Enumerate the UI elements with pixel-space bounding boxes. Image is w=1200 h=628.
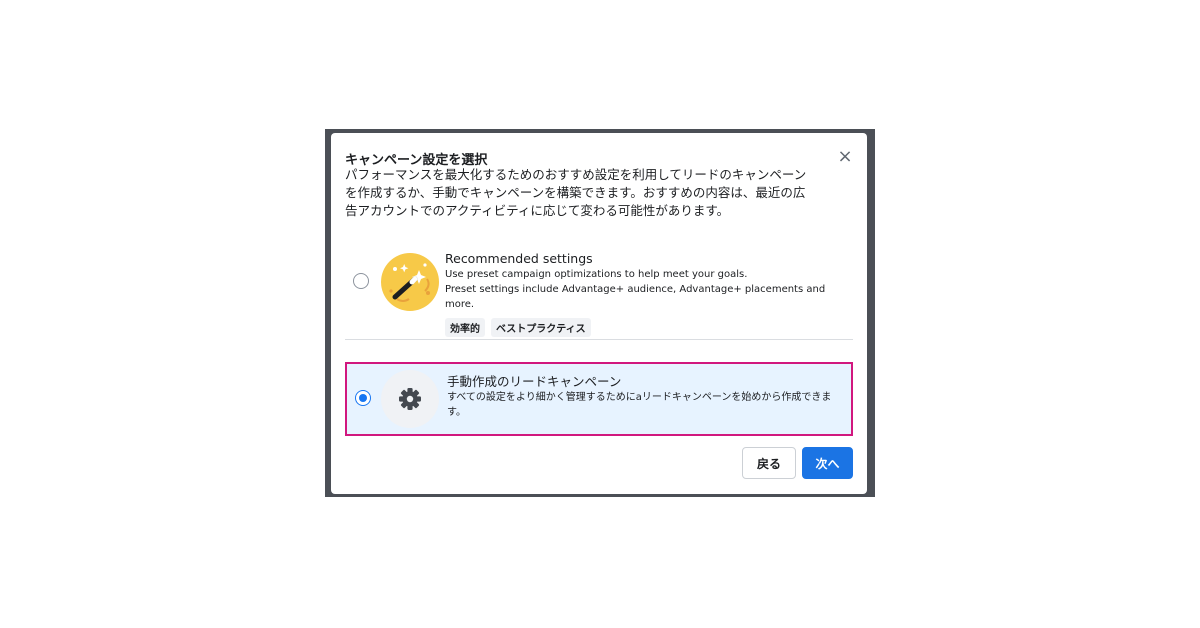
option-manual-text: 手動作成のリードキャンペーン すべての設定をより細かく管理するためにaリードキャ… bbox=[447, 374, 847, 420]
option-manual-title: 手動作成のリードキャンペーン bbox=[447, 374, 622, 389]
option-manual-lead-campaign[interactable]: 手動作成のリードキャンペーン すべての設定をより細かく管理するためにaリードキャ… bbox=[345, 362, 853, 436]
options-divider bbox=[345, 339, 853, 340]
magic-wand-icon bbox=[381, 253, 439, 311]
tag-efficient: 効率的 bbox=[445, 318, 485, 337]
tag-best-practice: ベストプラクティス bbox=[491, 318, 591, 337]
back-button[interactable]: 戻る bbox=[742, 447, 796, 479]
close-icon[interactable]: × bbox=[835, 147, 855, 167]
campaign-settings-dialog: キャンペーン設定を選択 パフォーマンスを最大化するためのおすすめ設定を利用してリ… bbox=[331, 133, 867, 494]
option-recommended-tags: 効率的 ベストプラクティス bbox=[445, 318, 853, 337]
option-recommended-title: Recommended settings bbox=[445, 251, 593, 266]
radio-recommended[interactable] bbox=[353, 273, 369, 289]
radio-manual[interactable] bbox=[355, 390, 371, 406]
next-button[interactable]: 次へ bbox=[802, 447, 853, 479]
option-recommended-line-2: Preset settings include Advantage+ audie… bbox=[445, 284, 826, 310]
gear-icon bbox=[399, 388, 421, 410]
dialog-description: パフォーマンスを最大化するためのおすすめ設定を利用してリードのキャンペーンを作成… bbox=[345, 167, 807, 218]
option-manual-description: すべての設定をより細かく管理するためにaリードキャンペーンを始めから作成できます… bbox=[447, 392, 832, 418]
option-recommended-line-1: Use preset campaign optimizations to hel… bbox=[445, 269, 748, 280]
option-recommended-text: Recommended settings Use preset campaign… bbox=[445, 251, 853, 337]
option-recommended-settings[interactable]: Recommended settings Use preset campaign… bbox=[345, 243, 853, 337]
radio-selected-dot bbox=[358, 393, 367, 402]
gear-icon-container bbox=[381, 370, 439, 428]
